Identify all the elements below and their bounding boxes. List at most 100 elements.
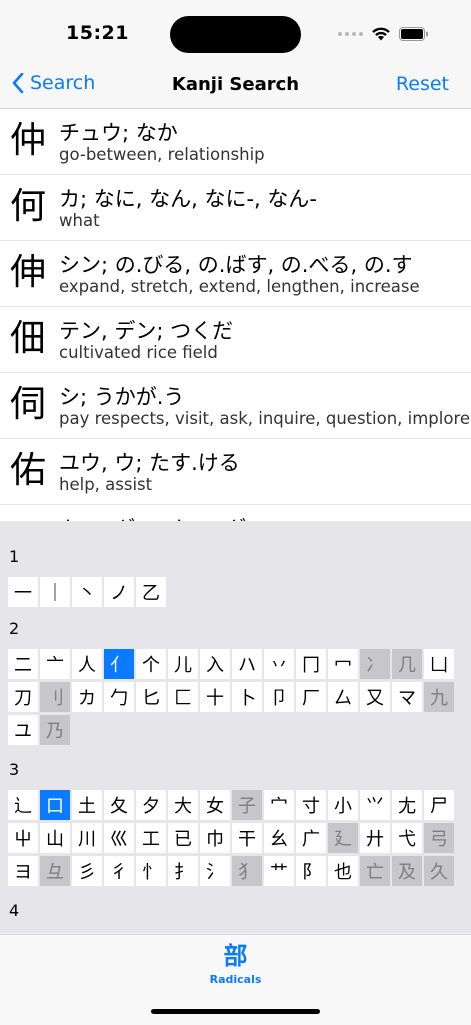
radical-cell[interactable]: カ (72, 682, 102, 712)
radical-cell[interactable]: 寸 (296, 790, 326, 820)
radical-cell[interactable]: 勹 (104, 682, 134, 712)
radical-cell-disabled: 子 (232, 790, 262, 820)
radical-cell[interactable]: 扌 (168, 856, 198, 886)
radical-cell-disabled: 廴 (328, 823, 358, 853)
result-meaning: what (59, 211, 100, 230)
radical-cell[interactable]: 小 (328, 790, 358, 820)
radical-cell[interactable]: 凵 (424, 649, 454, 679)
radical-cell[interactable]: 宀 (264, 790, 294, 820)
radical-cell[interactable]: 阝 (296, 856, 326, 886)
radical-cell-disabled: 几 (392, 649, 422, 679)
radical-cell[interactable]: ヨ (8, 856, 38, 886)
radical-cell[interactable]: 弋 (392, 823, 422, 853)
radical-cell[interactable]: 厂 (296, 682, 326, 712)
radical-cell[interactable]: 氵 (200, 856, 230, 886)
result-row[interactable]: 佃テン, デン; つくだ cultivated rice field (0, 307, 471, 373)
result-reading: チュウ; なか (59, 121, 178, 145)
result-row[interactable]: キャ, ギャ; キャ, ギャ (0, 505, 471, 521)
radical-cell[interactable]: 川 (72, 823, 102, 853)
radical-cell[interactable]: マ (392, 682, 422, 712)
radical-cell[interactable]: 亠 (40, 649, 70, 679)
radical-cell-disabled: 亡 (360, 856, 390, 886)
radical-cell[interactable]: 干 (232, 823, 262, 853)
radical-cell-selected[interactable]: 口 (40, 790, 70, 820)
radical-cell[interactable]: 尸 (424, 790, 454, 820)
result-row[interactable]: 伺シ; うかが.う pay respects, visit, ask, inqui… (0, 373, 471, 439)
radical-cell[interactable]: 卩 (264, 682, 294, 712)
radical-cell[interactable]: 忄 (136, 856, 166, 886)
result-kanji: 佑 (10, 450, 47, 491)
radical-grid: 二亠人亻个儿入ハ丷冂冖冫几凵刀刂カ勹匕匚十卜卩厂厶又マ九ユ乃 (8, 649, 468, 748)
radical-cell[interactable]: 刀 (8, 682, 38, 712)
radical-cell-disabled: 久 (424, 856, 454, 886)
radical-cell[interactable]: 冂 (296, 649, 326, 679)
radical-cell[interactable]: 儿 (168, 649, 198, 679)
radical-cell[interactable]: 也 (328, 856, 358, 886)
result-row[interactable]: 伸シン; の.びる, の.ばす, の.べる, の.す expand, stretc… (0, 241, 471, 307)
radical-cell[interactable]: 幺 (264, 823, 294, 853)
result-reading: ユウ, ウ; たす.ける (59, 451, 240, 475)
radical-cell[interactable]: 匕 (136, 682, 166, 712)
radical-cell[interactable]: 广 (296, 823, 326, 853)
radical-cell[interactable]: 入 (200, 649, 230, 679)
radical-cell-disabled: 及 (392, 856, 422, 886)
result-reading: キャ, ギャ; キャ, ギャ (59, 513, 267, 521)
radical-cell[interactable]: 冖 (328, 649, 358, 679)
radical-cell-disabled: 九 (424, 682, 454, 712)
result-kanji: 佃 (10, 318, 47, 359)
kanji-results-list: 仲チュウ; なか go-between, relationship 何カ; なに, … (0, 109, 471, 521)
radical-cell[interactable]: 屮 (8, 823, 38, 853)
radical-cell[interactable]: 乙 (136, 577, 166, 607)
radical-cell[interactable]: 又 (360, 682, 390, 712)
radical-cell[interactable]: 彡 (72, 856, 102, 886)
radical-cell[interactable]: 一 (8, 577, 38, 607)
radical-cell[interactable]: 彳 (104, 856, 134, 886)
radical-cell[interactable]: 二 (8, 649, 38, 679)
radical-cell[interactable]: 匚 (168, 682, 198, 712)
radical-grid: ⻌口土夂夕大女子宀寸小⺍尢尸屮山川巛工已巾干幺广廴廾弋弓ヨ彑彡彳忄扌氵犭艹阝也亡… (8, 790, 468, 889)
result-reading: カ; なに, なん, なに-, なん- (59, 187, 317, 211)
radical-cell[interactable]: 已 (168, 823, 198, 853)
stroke-count-label: 1 (9, 547, 20, 566)
radical-cell[interactable]: 廾 (360, 823, 390, 853)
radical-cell[interactable]: ⻌ (8, 790, 38, 820)
radical-cell[interactable]: 丶 (72, 577, 102, 607)
radical-cell[interactable]: 山 (40, 823, 70, 853)
radical-cell[interactable]: 夂 (104, 790, 134, 820)
radical-cell[interactable]: 夕 (136, 790, 166, 820)
radical-cell[interactable]: 大 (168, 790, 198, 820)
reset-button[interactable]: Reset (396, 73, 449, 95)
radical-cell[interactable]: 厶 (328, 682, 358, 712)
radical-cell[interactable]: 工 (136, 823, 166, 853)
radical-cell[interactable]: 女 (200, 790, 230, 820)
radical-cell[interactable]: 十 (200, 682, 230, 712)
radical-cell[interactable]: 尢 (392, 790, 422, 820)
radical-cell-disabled: 刂 (40, 682, 70, 712)
result-row[interactable]: 佑ユウ, ウ; たす.ける help, assist (0, 439, 471, 505)
radical-cell[interactable]: 巾 (200, 823, 230, 853)
radical-cell[interactable]: 巛 (104, 823, 134, 853)
radical-cell[interactable]: 土 (72, 790, 102, 820)
radical-cell[interactable]: ノ (104, 577, 134, 607)
radical-cell[interactable]: ハ (232, 649, 262, 679)
radical-cell[interactable]: 人 (72, 649, 102, 679)
result-reading: シン; の.びる, の.ばす, の.べる, の.す (59, 253, 413, 277)
tab-radicals[interactable]: 部 Radicals (0, 941, 471, 986)
radical-cell-disabled: 乃 (40, 715, 70, 745)
radical-cell[interactable]: 个 (136, 649, 166, 679)
result-row[interactable]: 仲チュウ; なか go-between, relationship (0, 109, 471, 175)
radical-cell[interactable]: ユ (8, 715, 38, 745)
radical-cell-disabled: 弓 (424, 823, 454, 853)
result-meaning: pay respects, visit, ask, inquire, quest… (59, 409, 471, 428)
radical-cell[interactable]: 卜 (232, 682, 262, 712)
battery-icon (399, 26, 428, 41)
radical-cell[interactable]: 丷 (264, 649, 294, 679)
radical-cell[interactable]: ⺍ (360, 790, 390, 820)
radical-cell[interactable]: ｜ (40, 577, 70, 607)
result-row[interactable]: 何カ; なに, なん, なに-, なん-what (0, 175, 471, 241)
radical-cell-selected[interactable]: 亻 (104, 649, 134, 679)
radicals-icon: 部 (223, 942, 248, 970)
radical-cell-disabled: 彑 (40, 856, 70, 886)
result-kanji: 何 (10, 186, 47, 227)
radical-cell[interactable]: 艹 (264, 856, 294, 886)
